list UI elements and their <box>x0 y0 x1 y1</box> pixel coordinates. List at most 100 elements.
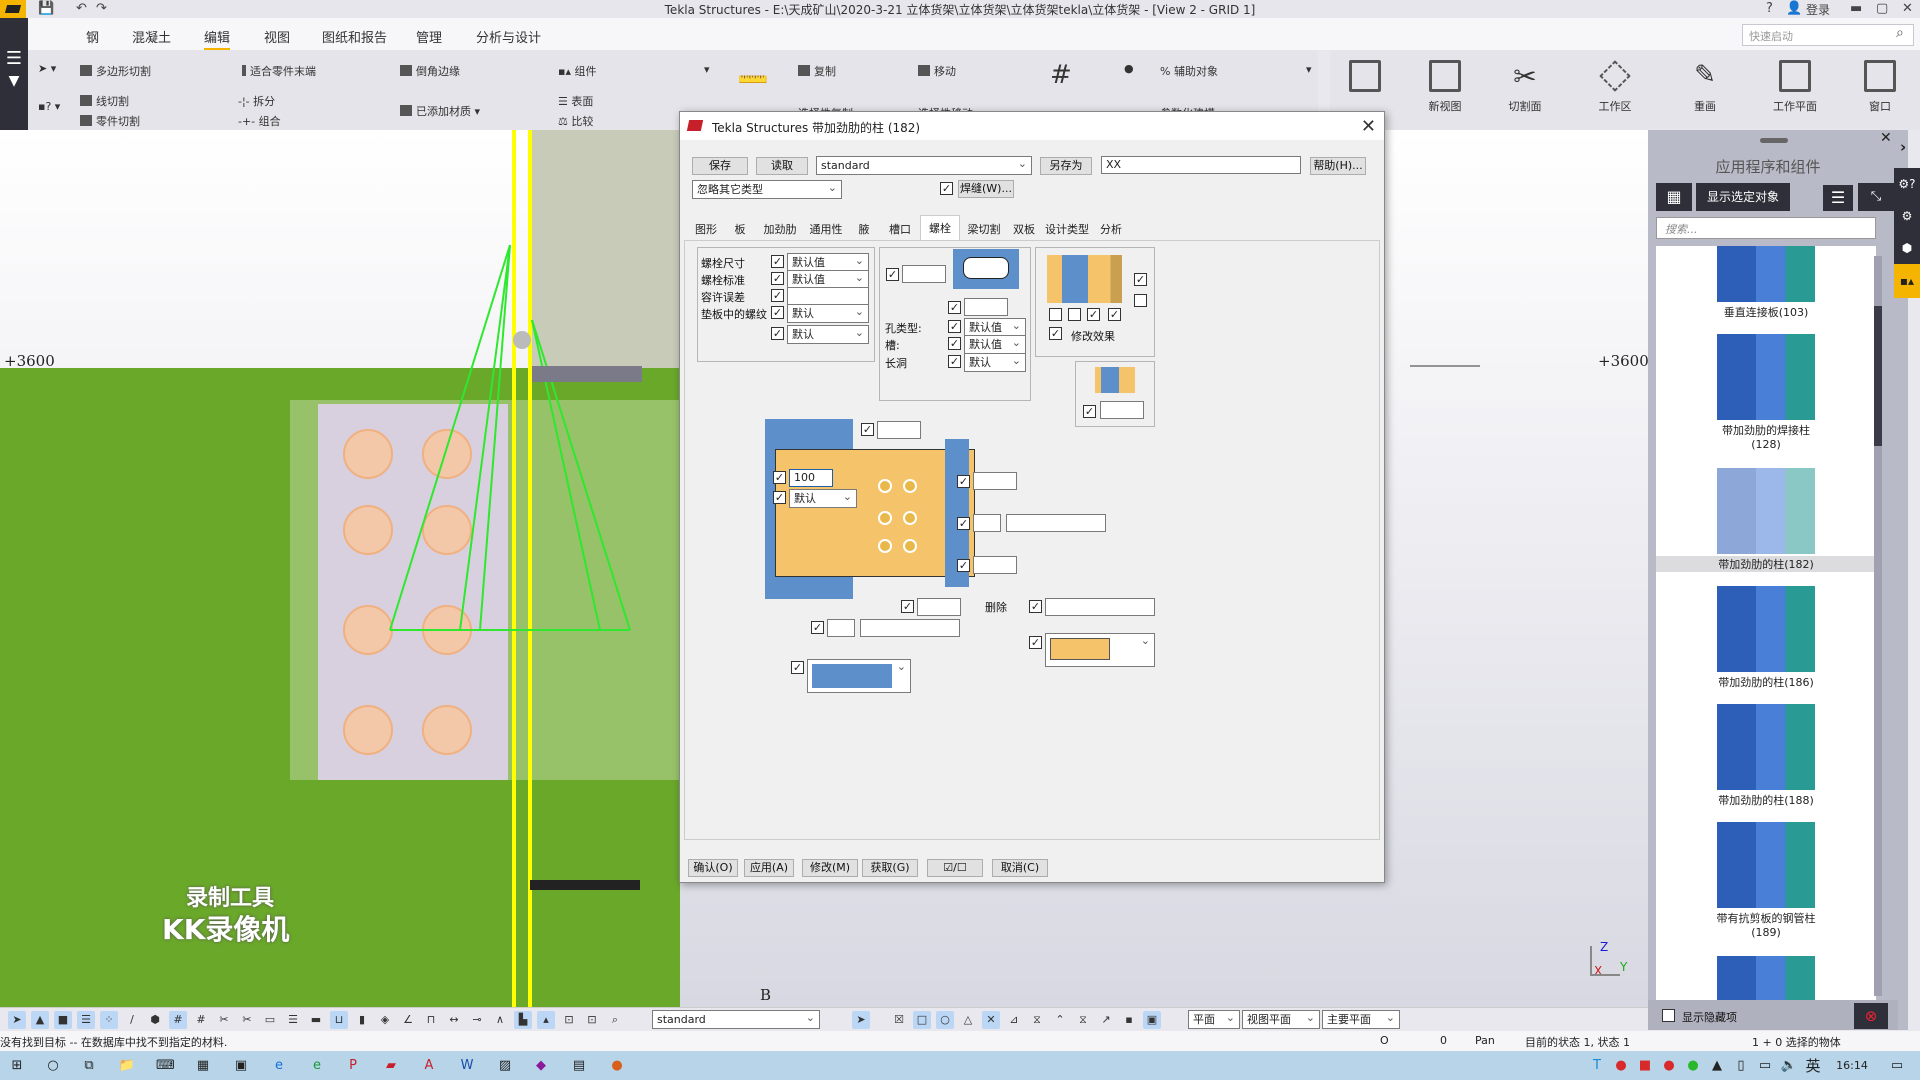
toolbar-tool-icon[interactable]: ☰ <box>77 1011 95 1029</box>
component-item[interactable]: 带加劲肋的柱(182) <box>1656 468 1876 572</box>
edge-option-checkbox[interactable] <box>773 491 786 504</box>
toolbar-tool-icon[interactable]: ⊡ <box>583 1011 601 1029</box>
login-button[interactable]: 登录 <box>1806 1 1830 18</box>
cube-icon[interactable]: ⬢ <box>1894 232 1920 264</box>
toolbar-tool-icon[interactable]: ⁘ <box>100 1011 118 1029</box>
hole-input-1[interactable] <box>902 265 946 283</box>
assembly-washer-checkbox[interactable] <box>1134 294 1147 307</box>
clear-error-button[interactable]: ⊗ <box>1854 1003 1888 1029</box>
tab-3[interactable]: 通用性 <box>804 217 848 239</box>
grid-view-button[interactable]: ▦ <box>1656 183 1692 211</box>
select-arrow-icon[interactable]: ➤ ▾ <box>38 62 56 75</box>
component-item[interactable]: 带有抗剪板的钢管柱 (189) <box>1656 822 1876 939</box>
combine-button[interactable]: -+- 组合 <box>238 113 281 129</box>
ok-button[interactable]: 确认(O) <box>688 859 738 877</box>
compare-button[interactable]: ⚖ 比较 <box>558 113 593 129</box>
delete-checkbox[interactable] <box>1029 600 1042 613</box>
view-cube-icon[interactable] <box>513 331 531 349</box>
hole-prop-checkbox[interactable] <box>948 337 961 350</box>
toolbar-tool-icon[interactable]: ✂ <box>215 1011 233 1029</box>
save-as-name-input[interactable]: XX <box>1101 156 1301 174</box>
snap-tool-icon[interactable]: ↗ <box>1097 1011 1115 1029</box>
collapse-button[interactable]: ⤡ <box>1858 183 1894 211</box>
bolt-dist-x1-input[interactable] <box>917 598 961 616</box>
fit-part-end-button[interactable]: 适合零件末端 <box>242 63 316 79</box>
copy-button[interactable]: 复制 <box>798 63 836 79</box>
modify-effect-checkbox[interactable] <box>1049 327 1062 340</box>
chamfer-edge-button[interactable]: 倒角边缘 <box>400 63 460 79</box>
bolt-dist-x1-checkbox[interactable] <box>901 600 914 613</box>
dialog-title-bar[interactable]: Tekla Structures 带加劲肋的柱 (182) <box>680 112 1384 140</box>
hole-prop-checkbox[interactable] <box>948 355 961 368</box>
panel-close-button[interactable]: ✕ <box>1880 130 1892 146</box>
keyboard-icon[interactable]: ⌨ <box>156 1057 175 1075</box>
bolt-prop-checkbox[interactable] <box>771 272 784 285</box>
menu-edit[interactable]: 编辑 <box>204 27 231 51</box>
menu-steel[interactable]: 钢 <box>86 27 99 46</box>
word-icon[interactable]: W <box>458 1057 476 1075</box>
surface-button[interactable]: ☰ 表面 <box>558 93 593 109</box>
construction-objects-button[interactable]: % 辅助对象 <box>1160 63 1218 79</box>
assembly-nut2-checkbox[interactable] <box>1108 308 1121 321</box>
edge-option-select[interactable]: 默认 <box>789 488 857 508</box>
quick-launch-input[interactable]: 快速启动 <box>1742 24 1914 46</box>
show-selected-button[interactable]: 显示选定对象 <box>1696 183 1790 211</box>
toolbar-tool-icon[interactable]: ⊸ <box>468 1011 486 1029</box>
maximize-button[interactable]: ▢ <box>1876 1 1888 16</box>
snap-tool-icon[interactable]: □ <box>913 1011 931 1029</box>
minimize-button[interactable]: ▬ <box>1850 1 1862 16</box>
component-dropdown[interactable]: ▾ <box>704 63 710 76</box>
tab-8[interactable]: 双板 <box>1008 217 1040 239</box>
tray-app-icon[interactable]: ■ <box>1636 1057 1654 1075</box>
toolbar-tool-icon[interactable]: ⊓ <box>422 1011 440 1029</box>
ribbon-dropdown[interactable]: ▾ <box>1306 63 1312 76</box>
hole-checkbox-1[interactable] <box>886 268 899 281</box>
applications-tab-icon[interactable]: ▪▴ <box>1894 264 1920 298</box>
hole-prop-select[interactable]: 默认 <box>964 352 1026 372</box>
show-hidden-checkbox[interactable] <box>1662 1009 1675 1022</box>
toolbar-tool-icon[interactable]: ∠ <box>399 1011 417 1029</box>
bolt-count-x-input[interactable] <box>827 619 855 637</box>
notification-icon[interactable]: ▭ <box>1888 1057 1906 1075</box>
toolbar-tool-icon[interactable]: ▬ <box>307 1011 325 1029</box>
snap-tool-icon[interactable]: ⊿ <box>1005 1011 1023 1029</box>
main-plane-select[interactable]: 主要平面 <box>1322 1009 1400 1029</box>
cancel-button[interactable]: 取消(C) <box>992 859 1048 877</box>
recorder-icon[interactable]: ● <box>608 1057 626 1075</box>
modify-button[interactable]: 修改(M) <box>802 859 858 877</box>
measure-ruler-icon[interactable]: 📏 <box>735 62 772 99</box>
bolt-prop-checkbox[interactable] <box>771 327 784 340</box>
part-cut-button[interactable]: 零件切割 <box>80 113 140 129</box>
settings-icon[interactable]: ⚙ <box>1894 200 1920 232</box>
tab-0[interactable]: 图形 <box>688 217 724 239</box>
bolt-dist-y2-checkbox[interactable] <box>957 517 970 530</box>
snap-tool-icon[interactable]: ✕ <box>982 1011 1000 1029</box>
snap-tool-icon[interactable]: ⌃ <box>1051 1011 1069 1029</box>
toolbar-tool-icon[interactable]: # <box>192 1011 210 1029</box>
toggle-checkboxes-button[interactable]: ☑/☐ <box>927 859 983 877</box>
p-app-icon[interactable]: P <box>344 1057 362 1075</box>
toolbar-tool-icon[interactable]: ∧ <box>491 1011 509 1029</box>
tab-9[interactable]: 设计类型 <box>1042 217 1092 239</box>
redraw-button[interactable]: ✎ 重画 <box>1670 60 1740 114</box>
user-icon[interactable]: 👤 <box>1786 1 1802 16</box>
windows-start-icon[interactable]: ⊞ <box>8 1057 26 1075</box>
menu-drawings-reports[interactable]: 图纸和报告 <box>322 27 387 46</box>
tab-5[interactable]: 槽口 <box>882 217 918 239</box>
tray-app-icon[interactable]: ▲ <box>1708 1057 1726 1075</box>
volume-icon[interactable]: 🔈 <box>1780 1057 1798 1075</box>
toolbar-tool-icon[interactable]: ⌕ <box>606 1011 624 1029</box>
selection-filter-select[interactable]: standard <box>652 1009 820 1029</box>
grid-icon[interactable]: # <box>1050 60 1072 90</box>
list-view-button[interactable]: ☰ <box>1823 185 1853 211</box>
dropdown-arrow-icon[interactable]: ▼ <box>0 73 28 89</box>
select-pointer-icon[interactable]: ➤ <box>852 1011 870 1029</box>
snap-tool-icon[interactable]: ▪ <box>1120 1011 1138 1029</box>
toolbar-tool-icon[interactable]: ☰ <box>284 1011 302 1029</box>
help-button[interactable]: 帮助(H)... <box>1310 157 1366 175</box>
tray-app-icon[interactable]: T <box>1588 1057 1606 1075</box>
component-button[interactable]: ▪▴ 组件 <box>558 63 596 79</box>
snap-tool-icon[interactable]: ⧖ <box>1028 1011 1046 1029</box>
type-filter-select[interactable]: 忽略其它类型 <box>692 179 842 199</box>
snap-tool-icon[interactable]: ▣ <box>1143 1011 1161 1029</box>
